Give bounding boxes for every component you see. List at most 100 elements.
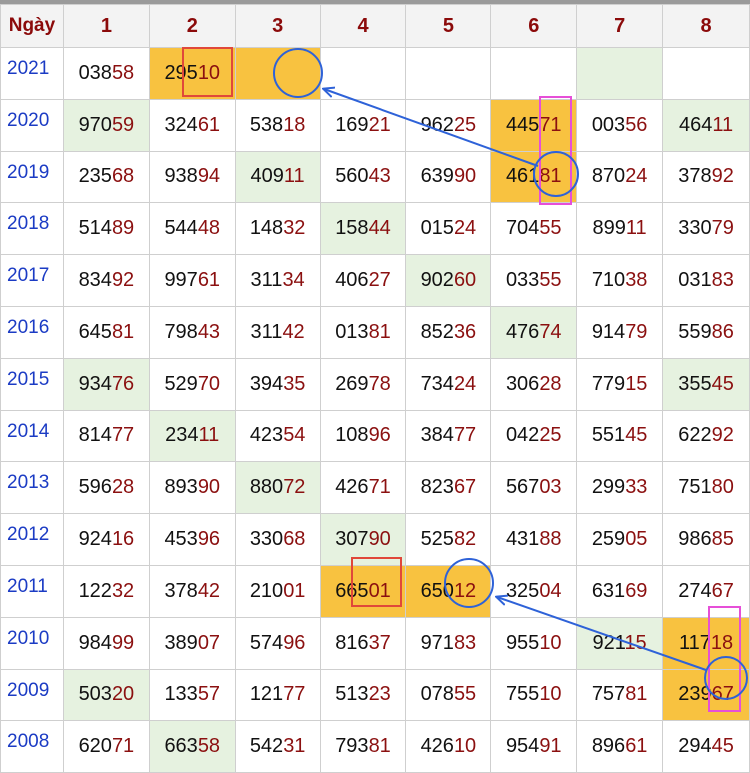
cell-last-two-digits: 16 — [111, 528, 135, 551]
cell-leading-digits: 513 — [335, 683, 369, 706]
cell-leading-digits: 710 — [591, 269, 626, 292]
cell-last-two-digits: 18 — [710, 631, 734, 654]
cell-leading-digits: 560 — [335, 165, 369, 188]
row-year-label: 2017 — [0, 254, 64, 307]
cell-leading-digits: 108 — [335, 424, 369, 447]
cell-last-two-digits: 45 — [711, 735, 734, 758]
table-row: 2014 81477 23411 42354 10896 38477 04225 55145 6… — [0, 409, 750, 463]
table-cell: 91479 — [576, 305, 664, 359]
cell-leading-digits: 476 — [505, 320, 540, 343]
cell-last-two-digits: 32 — [111, 579, 135, 602]
cell-leading-digits: 259 — [591, 528, 626, 551]
cell-last-two-digits: 96 — [197, 528, 221, 551]
table-cell: 15844 — [319, 202, 407, 256]
table-cell: 31142 — [234, 305, 321, 359]
table-cell: 16921 — [319, 98, 407, 152]
cell-leading-digits: 355 — [678, 372, 712, 395]
table-cell: 23411 — [148, 409, 236, 463]
cell-last-two-digits: 10 — [539, 631, 562, 654]
table-cell: 96225 — [405, 98, 492, 152]
cell-leading-digits: 665 — [335, 579, 369, 602]
cell-last-two-digits: 31 — [283, 735, 306, 758]
table-cell: 83492 — [62, 254, 150, 307]
cell-leading-digits: 013 — [335, 320, 369, 343]
table-cell: 93476 — [62, 357, 150, 411]
table-cell: 39435 — [234, 357, 321, 411]
cell-leading-digits: 015 — [420, 217, 454, 240]
cell-leading-digits: 311 — [250, 320, 283, 343]
cell-leading-digits: 330 — [249, 528, 284, 551]
table-cell: 62071 — [62, 720, 150, 773]
cell-last-two-digits: 37 — [368, 631, 391, 654]
table-cell: 33068 — [234, 513, 321, 566]
cell-last-two-digits: 81 — [368, 320, 391, 343]
cell-last-two-digits: 72 — [283, 476, 306, 499]
table-cell: 99761 — [148, 254, 236, 307]
table-row: 2021 03858 29510 — [0, 47, 750, 100]
cell-last-two-digits: 55 — [539, 217, 562, 240]
cell-leading-digits: 324 — [164, 113, 198, 136]
cell-leading-digits: 234 — [165, 424, 199, 447]
cell-leading-digits: 986 — [678, 528, 712, 551]
cell-last-two-digits: 69 — [625, 579, 648, 602]
table-cell: 62292 — [662, 409, 750, 463]
cell-last-two-digits: 74 — [539, 320, 562, 343]
cell-last-two-digits: 91 — [539, 735, 562, 758]
cell-leading-digits: 426 — [335, 476, 369, 499]
cell-leading-digits: 330 — [678, 217, 712, 240]
cell-leading-digits: 852 — [420, 320, 454, 343]
cell-leading-digits: 295 — [164, 61, 198, 84]
cell-last-two-digits: 68 — [283, 528, 306, 551]
cell-last-two-digits: 83 — [453, 631, 477, 654]
cell-last-two-digits: 07 — [197, 631, 221, 654]
table-cell: 57496 — [234, 616, 321, 670]
table-cell: 14832 — [234, 202, 321, 256]
cell-leading-digits: 620 — [78, 735, 112, 758]
cell-last-two-digits: 55 — [539, 269, 562, 292]
table-cell: 01524 — [405, 202, 492, 256]
cell-last-two-digits: 79 — [625, 320, 648, 343]
cell-last-two-digits: 43 — [368, 165, 391, 188]
table-cell: 11718 — [662, 616, 750, 670]
cell-leading-digits: 031 — [678, 269, 712, 292]
table-cell: 79843 — [148, 305, 236, 359]
table-cell: 51323 — [319, 668, 407, 722]
table-cell: 23568 — [62, 150, 150, 204]
cell-last-two-digits: 86 — [711, 320, 734, 343]
table-cell: 30790 — [319, 513, 407, 566]
cell-leading-digits: 426 — [420, 735, 454, 758]
cell-leading-digits: 409 — [250, 165, 284, 188]
table-cell: 66358 — [148, 720, 236, 773]
cell-last-two-digits: 77 — [283, 683, 306, 706]
table-cell: 92416 — [62, 513, 150, 566]
cell-last-two-digits: 54 — [283, 424, 306, 447]
row-year-label: 2011 — [0, 564, 64, 618]
cell-leading-digits: 704 — [505, 217, 540, 240]
cell-last-two-digits: 61 — [197, 269, 221, 292]
cell-leading-digits: 299 — [591, 476, 626, 499]
table-cell: 63990 — [405, 150, 492, 204]
row-year-label: 2015 — [0, 357, 64, 411]
table-cell: 65012 — [405, 564, 492, 618]
table-row: 2008 62071 66358 54231 79381 42610 95491 89661 2… — [0, 720, 750, 773]
cell-leading-digits: 406 — [335, 269, 369, 292]
table-cell: 40627 — [319, 254, 407, 307]
table-cell — [405, 47, 492, 100]
table-cell: 13357 — [148, 668, 236, 722]
row-year-label: 2008 — [0, 720, 64, 773]
table-cell: 27467 — [662, 564, 750, 618]
table-cell: 75510 — [490, 668, 578, 722]
table-cell: 32504 — [490, 564, 578, 618]
cell-last-two-digits: 25 — [453, 113, 477, 136]
table-row: 2011 12232 37842 21001 66501 65012 32504 63169 2… — [0, 564, 750, 618]
cell-leading-digits: 239 — [678, 683, 712, 706]
table-cell: 50320 — [62, 668, 150, 722]
cell-last-two-digits: 56 — [625, 113, 648, 136]
cell-last-two-digits: 68 — [111, 165, 135, 188]
cell-leading-digits: 574 — [249, 631, 284, 654]
table-cell: 92115 — [576, 616, 664, 670]
cell-last-two-digits: 28 — [539, 372, 562, 395]
cell-leading-digits: 003 — [591, 113, 626, 136]
cell-leading-digits: 757 — [591, 683, 626, 706]
cell-leading-digits: 389 — [164, 631, 198, 654]
